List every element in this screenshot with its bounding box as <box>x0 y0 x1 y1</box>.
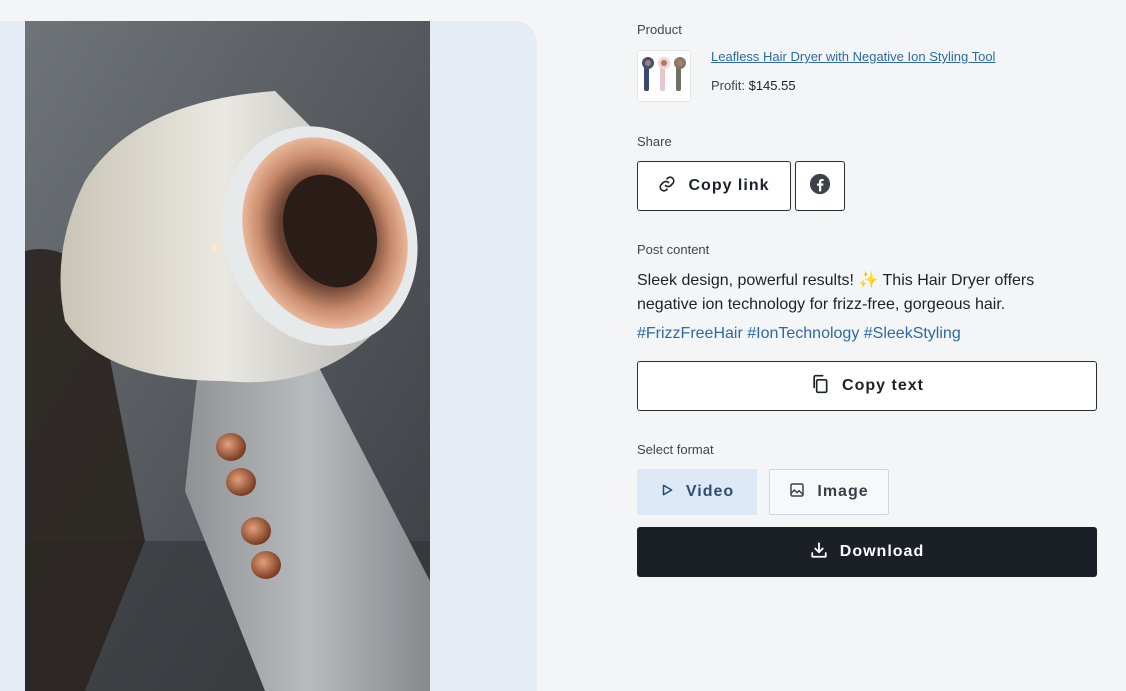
image-icon <box>789 482 805 503</box>
copy-link-button[interactable]: Copy link <box>637 161 791 211</box>
product-thumbnail[interactable] <box>637 50 691 102</box>
profit-value: $145.55 <box>748 78 796 93</box>
post-text: Sleek design, powerful results! ✨ This H… <box>637 272 1035 313</box>
post-content-section-label: Post content <box>637 242 710 257</box>
share-section-label: Share <box>637 134 672 149</box>
product-title-link[interactable]: Leafless Hair Dryer with Negative Ion St… <box>711 49 995 64</box>
format-option-image[interactable]: Image <box>769 469 889 515</box>
play-icon <box>660 483 674 502</box>
download-icon <box>810 541 828 564</box>
copy-text-label: Copy text <box>842 377 924 394</box>
facebook-icon <box>809 173 831 200</box>
format-option-label: Video <box>685 483 735 500</box>
link-icon <box>658 175 676 198</box>
copy-text-button[interactable]: Copy text <box>637 361 1097 411</box>
select-format-section-label: Select format <box>637 442 714 457</box>
facebook-share-button[interactable] <box>795 161 845 211</box>
download-button[interactable]: Download <box>637 527 1097 577</box>
copy-icon <box>810 374 830 399</box>
format-option-label: Image <box>817 483 869 500</box>
product-section-label: Product <box>637 22 682 37</box>
product-preview-image <box>25 21 430 691</box>
download-label: Download <box>839 543 925 560</box>
copy-link-label: Copy link <box>688 177 770 194</box>
post-hashtags: #FrizzFreeHair #IonTechnology #SleekStyl… <box>637 325 961 342</box>
format-option-video[interactable]: Video <box>637 469 757 515</box>
profit-label: Profit: <box>711 78 745 93</box>
profit-info: Profit: $145.55 <box>711 78 796 93</box>
